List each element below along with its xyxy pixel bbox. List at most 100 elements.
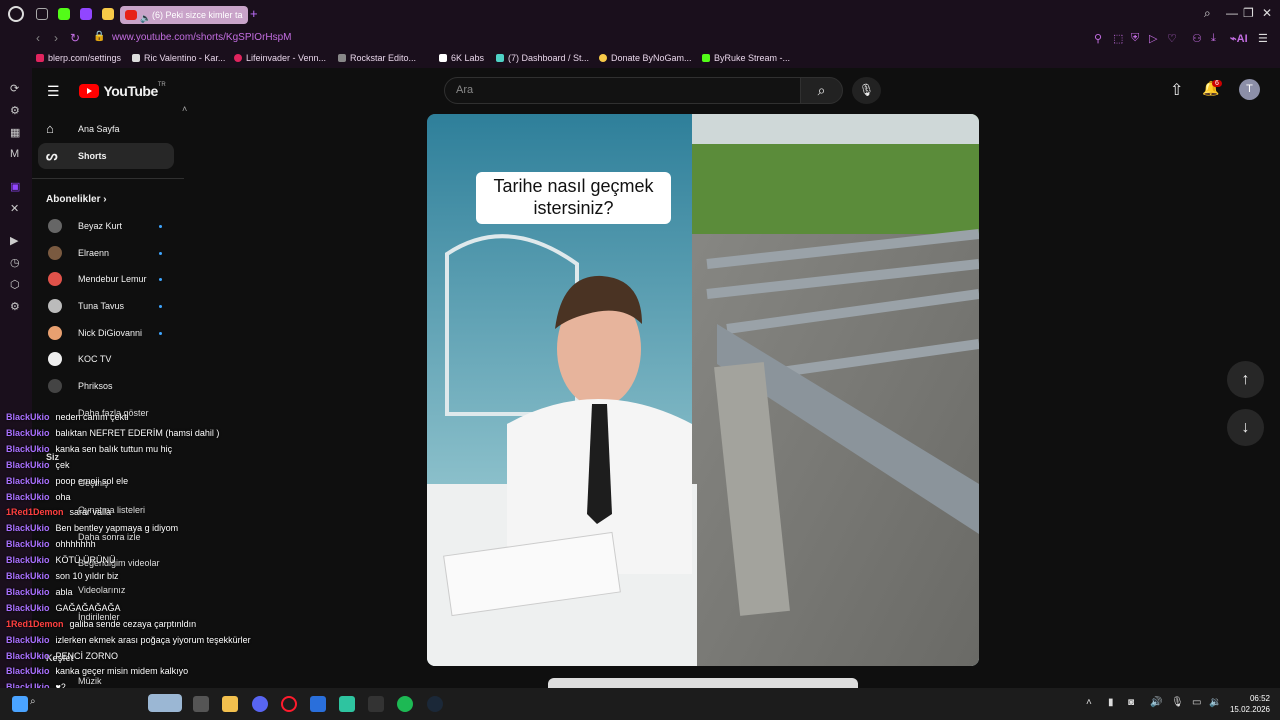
shorts-video-player[interactable]: Tarihe nasıl geçmek istersiniz?: [427, 114, 979, 666]
reload-icon[interactable]: ↻: [70, 31, 80, 45]
aria-ai-button[interactable]: ⌁AI: [1230, 32, 1248, 45]
chat-message: BlackUkio kanka sen balık tuttun mu hiç: [6, 444, 172, 454]
file-explorer-icon[interactable]: [222, 696, 238, 712]
profile-icon[interactable]: ⚇: [1192, 32, 1202, 45]
sidebar-item-home[interactable]: ⌂ Ana Sayfa: [38, 116, 174, 142]
network-icon[interactable]: ▭: [1192, 697, 1201, 708]
scroll-up-icon[interactable]: ˄: [182, 104, 187, 114]
channel-avatar: [48, 352, 62, 366]
download-icon[interactable]: ⤓: [1211, 32, 1216, 45]
address-bar: ‹ › ↻ 🔒 www.youtube.com/shorts/KgSPIOrHs…: [0, 28, 1280, 50]
chat-text: ohhhhhhh: [55, 539, 96, 550]
url-field[interactable]: www.youtube.com/shorts/KgSPIOrHspM: [112, 32, 292, 43]
bookmark-item[interactable]: (7) Dashboard / St...: [496, 53, 589, 63]
history-icon[interactable]: ⟳: [10, 82, 19, 95]
restore-icon[interactable]: ❐: [1243, 6, 1254, 20]
search-input[interactable]: Ara: [444, 77, 801, 104]
tray-app-icon[interactable]: ◙: [1128, 697, 1134, 708]
player-icon[interactable]: ▶: [10, 234, 18, 247]
tab-icon[interactable]: [102, 8, 114, 20]
kick-tab-icon[interactable]: [58, 8, 70, 20]
taskbar-search-icon[interactable]: ⌕: [30, 696, 36, 707]
guide-menu-icon[interactable]: ☰: [47, 83, 60, 100]
bookmark-item[interactable]: ByRuke Stream -...: [702, 53, 790, 63]
subscription-item[interactable]: KOC TV: [46, 349, 172, 369]
app-icon[interactable]: [310, 696, 326, 712]
opera-gx-icon[interactable]: [281, 696, 297, 712]
back-icon[interactable]: ‹: [36, 31, 40, 45]
new-tab-button[interactable]: +: [250, 6, 258, 21]
subscription-item[interactable]: Elraenn: [46, 243, 172, 263]
speaker-icon[interactable]: 🔈: [140, 9, 151, 24]
snapshot-icon[interactable]: ⬚: [1113, 32, 1123, 45]
youtube-logo[interactable]: YouTubeTR: [79, 82, 166, 100]
chat-username: 1Red1Demon: [6, 507, 64, 518]
app-icon[interactable]: [368, 696, 384, 712]
chat-text: kanka geçer misin midem kalkıyo: [55, 666, 189, 677]
bookmark-icon: [132, 54, 140, 62]
active-tab[interactable]: 🔈 (6) Peki sizce kimler ta: [120, 6, 248, 24]
next-short-button[interactable]: ↓: [1227, 409, 1264, 446]
channel-avatar: [48, 219, 62, 233]
bookmark-item[interactable]: 6K Labs: [439, 53, 484, 63]
search-tabs-icon[interactable]: ⌕: [1204, 6, 1211, 21]
extensions-icon[interactable]: ⬡: [10, 278, 20, 291]
heart-icon[interactable]: ♡: [1167, 32, 1177, 45]
x-icon[interactable]: ✕: [10, 202, 19, 215]
voice-search-button[interactable]: 🎙: [852, 77, 881, 104]
microphone-tray-icon[interactable]: 🎙: [1171, 697, 1184, 708]
subscription-item[interactable]: Beyaz Kurt: [46, 216, 172, 236]
bookmark-item[interactable]: Rockstar Edito...: [338, 53, 416, 63]
opera-logo-icon[interactable]: [8, 6, 24, 22]
pin-icon[interactable]: ⚲: [1094, 32, 1102, 45]
flow-icon[interactable]: ▷: [1149, 32, 1157, 45]
windows-start-icon[interactable]: [12, 696, 28, 712]
account-avatar[interactable]: T: [1239, 79, 1260, 100]
bookmark-item[interactable]: Donate ByNoGam...: [599, 53, 692, 63]
menu-icon[interactable]: ☰: [1258, 32, 1268, 45]
opera-addon-icon[interactable]: M: [10, 148, 19, 160]
subscription-item[interactable]: Tuna Tavus: [46, 296, 172, 316]
bookmark-item[interactable]: Ric Valentino - Kar...: [132, 53, 225, 63]
volume-icon[interactable]: 🔊: [1150, 697, 1162, 708]
speaker-tray-icon[interactable]: 🔉: [1209, 697, 1221, 708]
opera-addon-icon[interactable]: ▦: [10, 126, 20, 139]
chat-message: BlackUkio kanka geçer misin midem kalkıyo: [6, 666, 188, 676]
search-button[interactable]: ⌕: [800, 77, 843, 104]
sidebar-item-music[interactable]: Müzik: [78, 676, 102, 686]
settings-icon[interactable]: ⚙: [10, 300, 20, 313]
system-clock[interactable]: 06:52 15.02.2026: [1226, 693, 1270, 715]
subscription-item[interactable]: Mendebur Lemur: [46, 269, 172, 289]
chat-text: galiba sende cezaya çarptınldın: [69, 618, 197, 629]
subscription-item[interactable]: Nick DiGiovanni: [46, 323, 172, 343]
tab-icon[interactable]: [36, 8, 48, 20]
chat-message: 1Red1Demon sarar valla: [6, 507, 111, 517]
spotify-icon[interactable]: [397, 696, 413, 712]
app-icon[interactable]: [339, 696, 355, 712]
minimize-icon[interactable]: —: [1226, 6, 1238, 20]
chat-text: neden canım çekti: [55, 412, 129, 422]
bookmark-item[interactable]: Lifeinvader - Venn...: [234, 53, 326, 63]
discord-icon[interactable]: [252, 696, 268, 712]
tray-app-icon[interactable]: ▮: [1108, 697, 1114, 708]
tray-chevron-icon[interactable]: ˄: [1086, 697, 1092, 708]
twitch-tab-icon[interactable]: [80, 8, 92, 20]
bookmark-item[interactable]: blerp.com/settings: [36, 53, 121, 63]
search-highlight-image[interactable]: [148, 694, 182, 712]
sidebar-item-shorts[interactable]: ᔕ Shorts: [38, 143, 174, 169]
steam-icon[interactable]: [427, 696, 443, 712]
subscription-item[interactable]: Phriksos: [46, 376, 172, 396]
upload-button[interactable]: ⇧: [1170, 80, 1183, 100]
shield-icon[interactable]: ⛨: [1131, 32, 1139, 45]
close-icon[interactable]: ✕: [1262, 6, 1272, 20]
arrow-up-icon: ↑: [1241, 371, 1250, 388]
task-view-icon[interactable]: [193, 696, 209, 712]
clock-icon[interactable]: ◷: [10, 256, 20, 269]
opera-addon-icon[interactable]: ⚙: [10, 104, 20, 117]
previous-short-button[interactable]: ↑: [1227, 361, 1264, 398]
forward-icon[interactable]: ›: [54, 31, 58, 45]
sidebar-item-your-videos[interactable]: Videolarınız: [78, 585, 125, 595]
subscriptions-header[interactable]: Abonelikler ›: [46, 194, 107, 205]
chat-text: izlerken ekmek arası poğaça yiyorum teşe…: [55, 634, 251, 645]
twitch-icon[interactable]: ▣: [10, 180, 20, 193]
